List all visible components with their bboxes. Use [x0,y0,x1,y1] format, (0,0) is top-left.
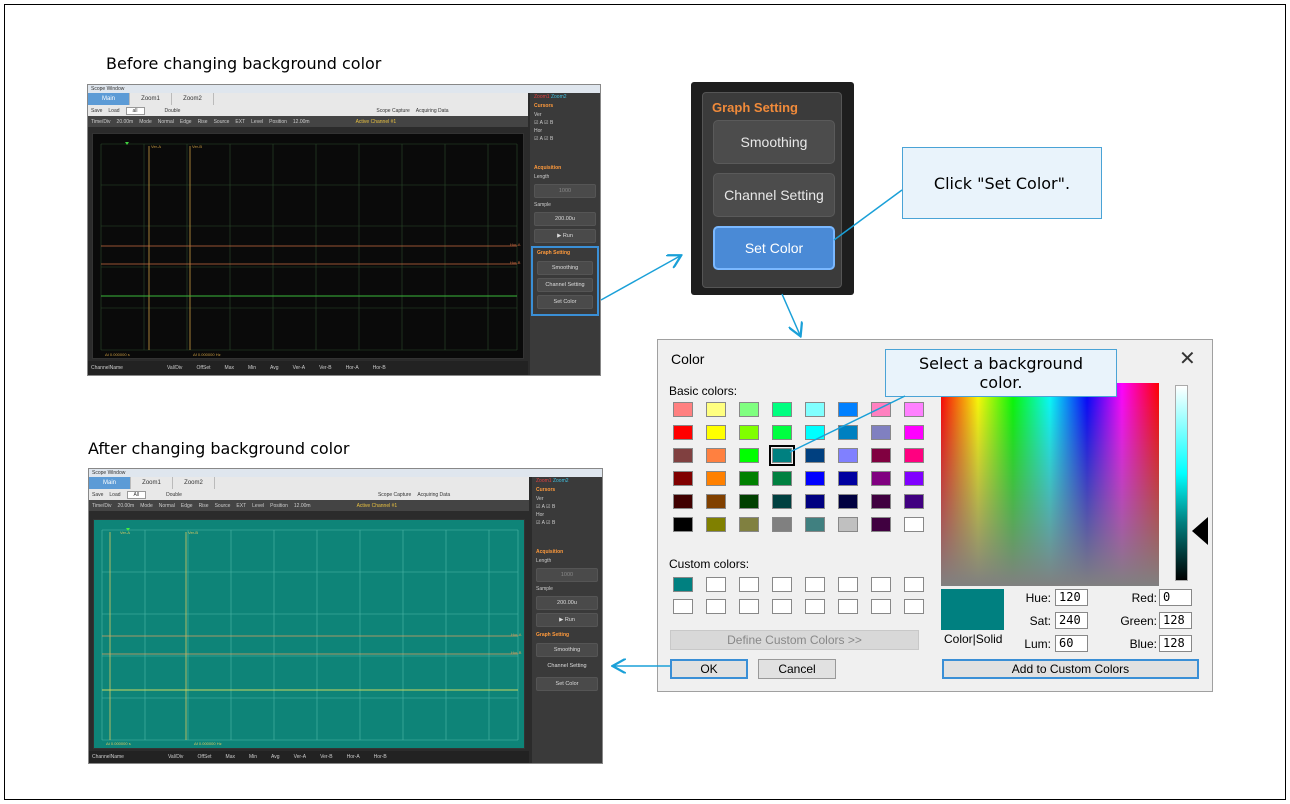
callout-line-swatch [789,395,906,453]
arrow-to-graph-setting [600,256,680,301]
connector-arrows [600,189,906,804]
arrow-to-color-dialog [781,293,800,335]
callout-line-set-color [833,189,903,241]
